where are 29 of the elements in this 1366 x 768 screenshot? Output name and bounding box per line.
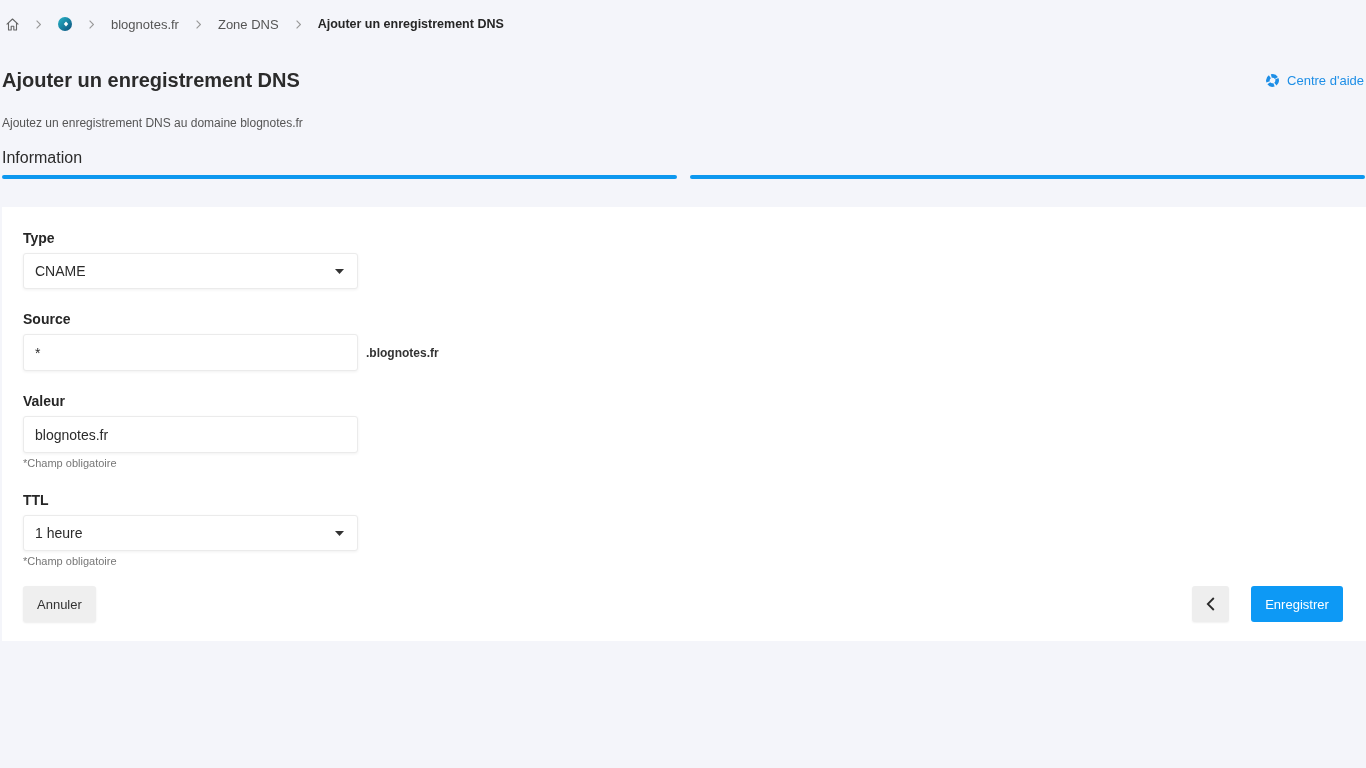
cancel-button[interactable]: Annuler [23, 586, 96, 622]
breadcrumb-current: Ajouter un enregistrement DNS [317, 17, 504, 31]
back-button[interactable] [1192, 586, 1229, 622]
logo-icon[interactable] [58, 17, 72, 31]
field-label: Type [23, 229, 55, 247]
field-label: Valeur [23, 392, 66, 410]
field-label: TTL [23, 491, 49, 509]
breadcrumb-link[interactable]: Zone DNS [217, 16, 279, 32]
step-label: Information [2, 148, 84, 168]
hint-text: *Champ obligatoire [23, 456, 117, 470]
caret-down-icon [335, 530, 344, 536]
chevron-right-icon [89, 19, 94, 29]
chevron-right-icon [36, 19, 41, 29]
page-title: Ajouter un enregistrement DNS [2, 68, 300, 92]
chevron-right-icon [295, 19, 301, 29]
field-label: Source [23, 310, 71, 328]
hint-text: *Champ obligatoire [23, 554, 117, 568]
select-field[interactable]: CNAME [23, 253, 358, 289]
text-input[interactable]: * [23, 334, 358, 371]
lifebuoy-icon [1266, 73, 1280, 87]
breadcrumb-link[interactable]: blognotes.fr [111, 16, 179, 32]
chevron-left-icon [1206, 597, 1215, 611]
page-subtitle: Ajoutez un enregistrement DNS au domaine blognotes.fr [2, 115, 304, 131]
caret-down-icon [335, 268, 344, 274]
domain-suffix: .blognotes.fr [366, 345, 439, 360]
home-icon[interactable] [6, 17, 19, 31]
select-field[interactable]: 1 heure [23, 515, 358, 551]
chevron-right-icon [195, 19, 201, 29]
text-input[interactable]: blognotes.fr [23, 416, 358, 453]
